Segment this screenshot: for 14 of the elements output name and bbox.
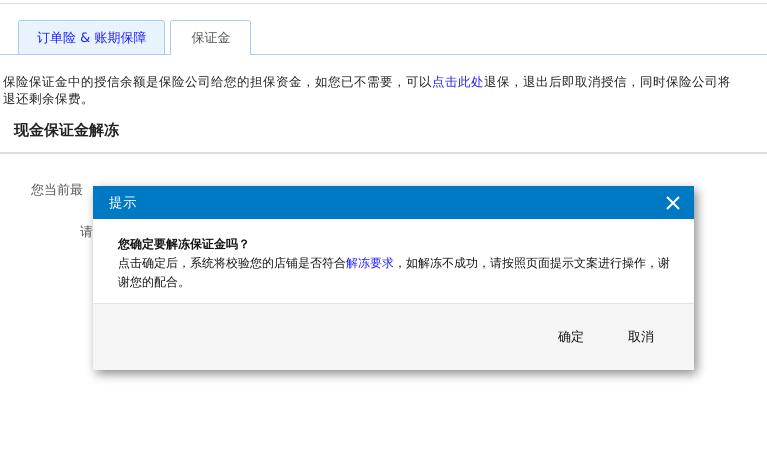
prompt-text: 请 <box>80 224 94 241</box>
tab[interactable]: 订单险 & 账期保障 <box>18 20 166 54</box>
cancel-button[interactable]: 取消 <box>616 322 666 352</box>
section-title: 现金保证金解冻 <box>14 121 120 140</box>
confirm-button[interactable]: 确定 <box>546 322 596 352</box>
dialog-question: 您确定要解冻保证金吗？ <box>118 236 251 253</box>
dialog-message: 点击确定后，系统将校验您的店铺是否符合解冻要求，如解冻不成功，请按照页面提示文案进行操作，谢谢您的配合。 <box>118 255 671 291</box>
dialog-title: 提示 <box>109 194 137 212</box>
tab[interactable]: 保证金 <box>170 20 252 55</box>
click-here-link[interactable]: 点击此处 <box>432 74 484 89</box>
unfreeze-requirements-link[interactable]: 解冻要求 <box>346 256 394 270</box>
balance-text: 您当前最 <box>31 182 84 199</box>
close-icon[interactable] <box>666 196 680 210</box>
notice-text: 保险保证金中的授信余额是保险公司给您的担保资金，如您已不需要，可以点击此处退保，退出后即取消授信，同时保险公司将退还剩余保费。 <box>3 73 732 107</box>
